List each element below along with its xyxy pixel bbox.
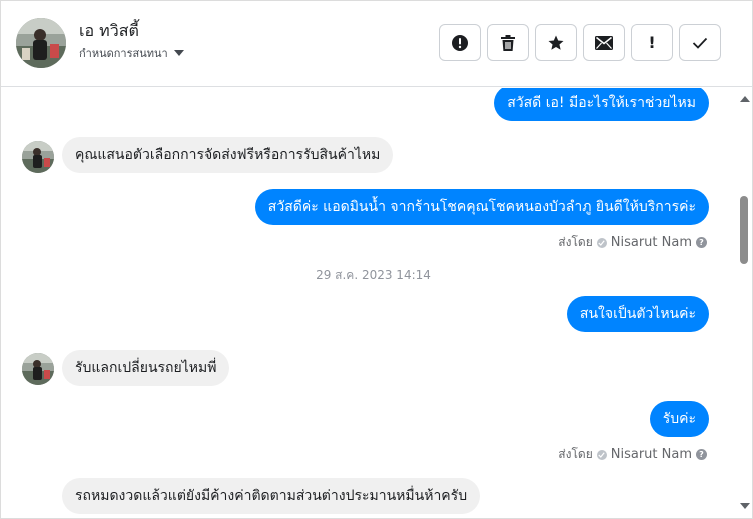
incoming-message[interactable]: รับแลกเปลี่ยนรถยไหมพี่ bbox=[62, 350, 230, 386]
conversation-header: เอ ทวิสตี้ กำหนดการสนทนา ! bbox=[1, 1, 752, 87]
outgoing-message[interactable]: สนใจเป็นตัวไหนค่ะ bbox=[566, 296, 709, 332]
scroll-up-arrow-icon[interactable] bbox=[740, 96, 750, 102]
mark-done-button[interactable] bbox=[679, 24, 721, 61]
sender-name[interactable]: Nisarut Nam bbox=[611, 447, 692, 462]
envelope-icon bbox=[595, 35, 613, 50]
contact-avatar[interactable] bbox=[16, 18, 66, 68]
outgoing-message[interactable]: สวัสดี เอ! มีอะไรให้เราช่วยไหม bbox=[494, 88, 709, 121]
checkmark-icon bbox=[692, 37, 708, 49]
scrollbar-thumb[interactable] bbox=[740, 196, 748, 264]
sent-by-line: ส่งโดย Nisarut Nam ? bbox=[558, 445, 707, 464]
important-button[interactable]: ! bbox=[631, 24, 673, 61]
delete-button[interactable] bbox=[487, 24, 529, 61]
exclamation-icon: ! bbox=[648, 33, 656, 52]
spam-button[interactable] bbox=[439, 24, 481, 61]
incoming-message[interactable]: คุณแสนอตัวเลือกการจัดส่งฟรีหรือการรับสิน… bbox=[62, 137, 394, 173]
trash-icon bbox=[501, 34, 515, 51]
conversation-status-label: กำหนดการสนทนา bbox=[79, 47, 168, 60]
contact-name[interactable]: เอ ทวิสตี้ bbox=[79, 19, 139, 44]
mark-unread-button[interactable] bbox=[583, 24, 625, 61]
help-icon[interactable]: ? bbox=[696, 449, 707, 460]
alert-circle-icon bbox=[452, 34, 468, 51]
scroll-down-arrow-icon[interactable] bbox=[740, 503, 750, 509]
contact-avatar-small bbox=[22, 141, 54, 173]
outgoing-message[interactable]: รับค่ะ bbox=[649, 401, 709, 437]
thread-timestamp: 29 ส.ค. 2023 14:14 bbox=[316, 268, 431, 282]
conversation-toolbar: ! bbox=[439, 24, 721, 61]
sent-by-line: ส่งโดย Nisarut Nam ? bbox=[558, 233, 707, 252]
outgoing-message[interactable]: สวัสดีค่ะ แอดมินน้ำ จากร้านโชคคุณโชคหนอง… bbox=[254, 189, 709, 225]
verified-check-icon bbox=[596, 237, 607, 248]
sent-by-prefix: ส่งโดย bbox=[558, 447, 593, 461]
star-button[interactable] bbox=[535, 24, 577, 61]
sender-name[interactable]: Nisarut Nam bbox=[611, 235, 692, 250]
help-icon[interactable]: ? bbox=[696, 237, 707, 248]
star-icon bbox=[548, 35, 564, 50]
verified-check-icon bbox=[596, 449, 607, 460]
incoming-message[interactable]: รถหมดงวดแล้วแต่ยังมีค้างค่าติดตามส่วนต่า… bbox=[62, 478, 481, 514]
caret-down-icon bbox=[173, 50, 184, 56]
message-thread: สวัสดี เอ! มีอะไรให้เราช่วยไหม คุณแสนอตั… bbox=[1, 88, 736, 518]
thread-scrollbar[interactable] bbox=[736, 88, 752, 518]
contact-avatar-small bbox=[22, 353, 54, 385]
conversation-panel: เอ ทวิสตี้ กำหนดการสนทนา ! สวัสดี เอ! มี… bbox=[0, 0, 753, 519]
conversation-status-dropdown[interactable]: กำหนดการสนทนา bbox=[79, 44, 184, 62]
sent-by-prefix: ส่งโดย bbox=[558, 235, 593, 249]
